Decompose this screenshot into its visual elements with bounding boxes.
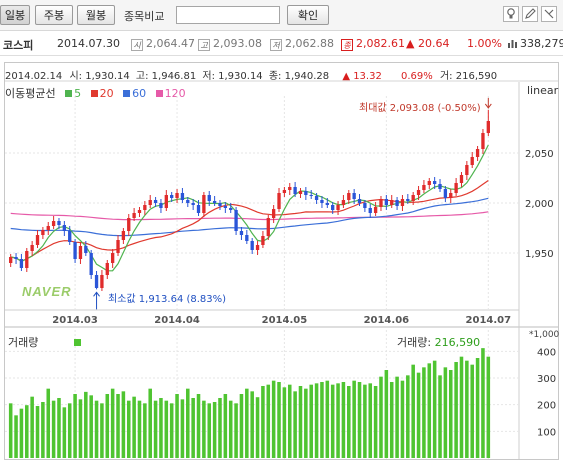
min-annotation: 최소값 1,913.64 (8.83%) <box>108 294 227 305</box>
tab-weekly[interactable]: 주봉 <box>35 5 73 25</box>
ma20-label: 20 <box>99 87 114 100</box>
volume-section-label: 거래량 <box>8 334 82 350</box>
header-vol: 거: 216,590 <box>439 71 498 82</box>
ma5-label: 5 <box>74 87 82 100</box>
volume-current-label: 거래량: <box>397 336 432 349</box>
index-info-row: 코스피 2014.07.30 시 2,064.47 고 2,093.08 저 2,06… <box>0 31 563 56</box>
low-value: 저 2,062.88 <box>270 37 334 51</box>
high-number: 2,093.08 <box>213 37 262 50</box>
lightbulb-icon[interactable] <box>503 6 519 22</box>
ma60-label: 60 <box>132 87 147 100</box>
naver-watermark: NAVER <box>22 284 72 299</box>
high-badge: 고 <box>198 39 210 51</box>
change-value: ▲ 20.64 <box>406 37 450 50</box>
header-date: 2014.02.14 <box>5 71 63 82</box>
tab-monthly[interactable]: 월봉 <box>77 5 115 25</box>
ma5-swatch <box>65 90 73 97</box>
volume-unit: *1,000 <box>529 330 560 340</box>
low-badge: 저 <box>270 39 282 51</box>
ma20-swatch <box>90 90 98 97</box>
volume-bars-icon <box>508 38 517 48</box>
header-open: 시: 1,930.14 <box>69 71 130 82</box>
close-badge: 종 <box>341 39 353 51</box>
chart-header: 2014.02.14 시: 1,930.14 고: 1,946.81 저: 1,… <box>5 67 497 82</box>
tab-daily[interactable]: 일봉 <box>0 5 30 25</box>
high-value: 고 2,093.08 <box>198 37 262 51</box>
index-name: 코스피 <box>3 39 34 52</box>
settings-icon[interactable] <box>541 6 557 22</box>
header-change: ▲ 13.32 <box>342 71 382 82</box>
header-low: 저: 1,930.14 <box>202 71 263 82</box>
ma120-swatch <box>155 90 163 97</box>
close-number: 2,082.61 <box>356 37 405 50</box>
compare-label: 종목비교 <box>124 10 165 23</box>
header-close: 종: 1,940.28 <box>268 71 330 82</box>
index-date: 2014.07.30 <box>57 37 120 50</box>
volume-current-value: 216,590 <box>434 336 481 349</box>
header-pct: 0.69% <box>401 71 433 82</box>
volume-swatch <box>74 339 82 346</box>
edit-icon[interactable] <box>522 6 538 22</box>
volume-number: 338,279 <box>520 37 563 50</box>
change-percent: 1.00% <box>467 37 502 50</box>
close-value: 종 2,082.61 <box>341 37 405 51</box>
open-value: 시 2,064.47 <box>131 37 195 51</box>
volume-label-text: 거래량 <box>8 336 39 349</box>
ma-legend: 이동평균선 5 20 60 120 <box>5 85 186 101</box>
toolbar: 일봉 주봉 월봉 종목비교 확인 <box>0 0 563 31</box>
scale-toggle[interactable]: linear <box>527 84 558 97</box>
confirm-button[interactable]: 확인 <box>287 5 329 25</box>
header-high: 고: 1,946.81 <box>135 71 197 82</box>
low-number: 2,062.88 <box>285 37 334 50</box>
ma-label: 이동평균선 <box>5 87 56 100</box>
ma60-swatch <box>123 90 131 97</box>
ma120-label: 120 <box>164 87 186 100</box>
open-badge: 시 <box>131 39 143 51</box>
chart-frame <box>4 62 559 460</box>
open-number: 2,064.47 <box>146 37 195 50</box>
max-annotation: 최대값 2,093.08 (-0.50%) <box>359 103 481 114</box>
volume-value: 338,279 <box>508 37 563 50</box>
compare-input[interactable] <box>176 6 280 24</box>
volume-current: 거래량: 216,590 <box>397 334 480 350</box>
